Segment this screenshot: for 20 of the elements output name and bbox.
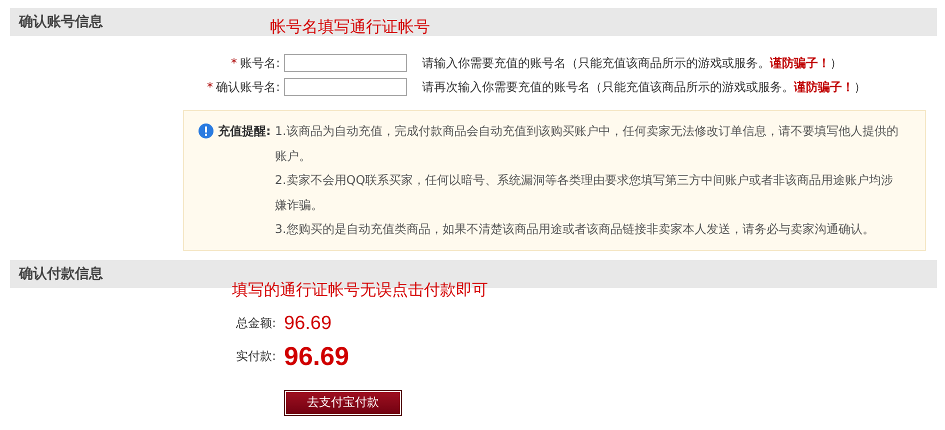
annotation-text: 填写的通行证帐号无误点击付款即可 — [232, 280, 488, 300]
amount-label: 总金额: — [236, 315, 278, 332]
notice-item: 1.该商品为自动充值，完成付款商品会自动充值到该购买账户中，任何卖家无法修改订单信息，请不要填写他人提供的账户。 — [274, 123, 900, 164]
notice-item: 3.您购买的是自动充值类商品，如果不清楚该商品用途或者该商品链接非卖家本人发送，请务必与卖家沟通确认。 — [274, 221, 876, 238]
amount-label: 实付款: — [236, 348, 278, 365]
amount-value: 96.69 — [284, 341, 350, 372]
field-label: * 账号名: — [230, 54, 280, 72]
annotation-text: 帐号名填写通行证帐号 — [270, 17, 430, 38]
field-label: * 确认账号名: — [206, 78, 280, 96]
amount-value: 96.69 — [284, 312, 332, 334]
notice-item: 2.卖家不会用QQ联系买家，任何以暗号、系统漏洞等各类理由要求您填写第三方中间账户或者非该商品用途账户均涉嫌诈骗。 — [274, 172, 894, 214]
input-field[interactable] — [284, 54, 407, 72]
help-text: 请再次输入你需要充值的账号名（只能充值该商品所示的游戏或服务。谨防骗子！） — [422, 78, 866, 96]
notice-title: 充值提醒: — [218, 122, 271, 140]
section-title: 确认付款信息 — [18, 264, 103, 282]
info-icon — [198, 123, 214, 139]
help-text: 请输入你需要充值的账号名（只能充值该商品所示的游戏或服务。谨防骗子！） — [422, 54, 842, 72]
pay-button[interactable]: 去支付宝付款 — [284, 390, 402, 416]
input-field[interactable] — [284, 78, 407, 96]
section-title: 确认账号信息 — [18, 13, 103, 31]
